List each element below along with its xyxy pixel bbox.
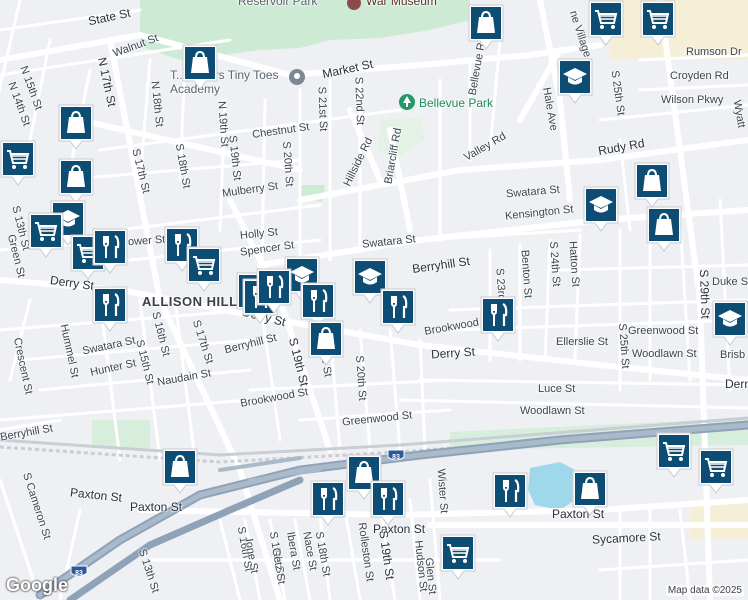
museum-poi-icon[interactable]	[346, 0, 362, 10]
shopping-marker[interactable]	[58, 158, 94, 204]
grocery-marker[interactable]	[656, 432, 692, 478]
interstate-83-shield-south: 83	[70, 565, 88, 579]
restaurant-marker[interactable]	[310, 480, 346, 526]
restaurant-marker[interactable]	[480, 296, 516, 342]
restaurant-marker[interactable]	[380, 288, 416, 334]
sand-area-ne	[610, 0, 748, 60]
map-attribution[interactable]: Map data ©2025	[665, 585, 744, 596]
grocery-marker[interactable]	[186, 246, 222, 292]
school-marker[interactable]	[583, 186, 619, 232]
grocery-marker[interactable]	[0, 140, 36, 186]
academy-poi-icon[interactable]	[288, 68, 306, 86]
shopping-marker[interactable]	[182, 44, 218, 90]
shopping-marker[interactable]	[162, 448, 198, 494]
grocery-marker[interactable]	[640, 0, 676, 46]
shopping-marker[interactable]	[468, 4, 504, 50]
restaurant-marker[interactable]	[92, 228, 128, 274]
interstate-83-number: 83	[392, 454, 400, 461]
interstate-83-shield: 83	[387, 449, 405, 463]
shopping-marker[interactable]	[646, 206, 682, 252]
restaurant-marker[interactable]	[256, 268, 292, 314]
bellevue-park-icon[interactable]	[398, 93, 416, 111]
school-marker[interactable]	[557, 58, 593, 104]
grocery-marker[interactable]	[698, 448, 734, 494]
school-marker[interactable]	[712, 300, 748, 346]
shopping-marker[interactable]	[572, 470, 608, 516]
restaurant-marker[interactable]	[92, 286, 128, 332]
google-logo: Google	[6, 575, 68, 595]
interstate-83-number-south: 83	[75, 570, 83, 577]
restaurant-marker[interactable]	[370, 480, 406, 526]
shopping-marker[interactable]	[58, 104, 94, 150]
park-area-south	[92, 420, 150, 448]
water-pond	[528, 462, 575, 510]
grocery-marker[interactable]	[28, 212, 64, 258]
restaurant-marker[interactable]	[492, 472, 528, 518]
shopping-marker[interactable]	[308, 320, 344, 366]
grocery-marker[interactable]	[588, 0, 624, 46]
shopping-marker[interactable]	[634, 162, 670, 208]
grocery-marker[interactable]	[440, 534, 476, 580]
